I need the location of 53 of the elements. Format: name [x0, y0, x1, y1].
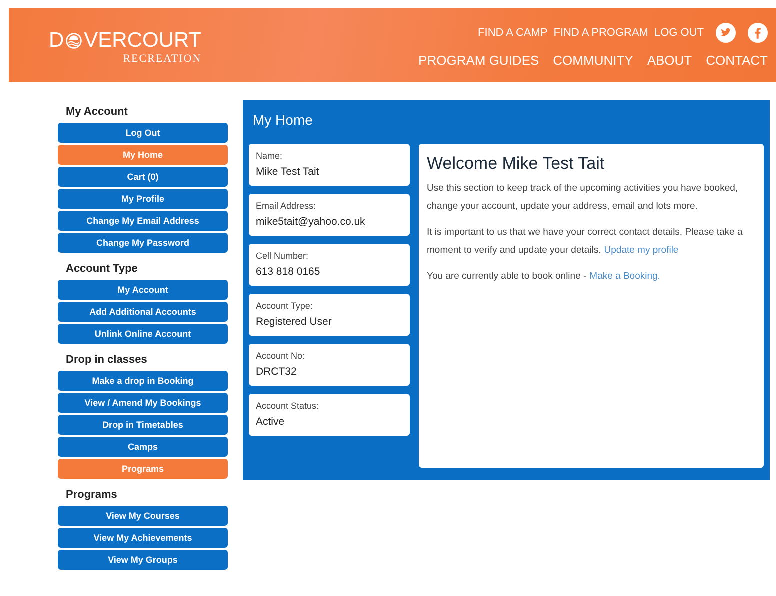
sidebar-button[interactable]: Cart (0): [58, 167, 228, 187]
logo-text: VERCOURT: [84, 30, 202, 52]
detail-value: Mike Test Tait: [256, 166, 320, 178]
detail-label: Account Type:: [256, 301, 314, 311]
detail-value: mike5tait@yahoo.co.uk: [256, 216, 366, 228]
paragraph: Use this section to keep track of the upcoming activities you have booked, change your account, update your address, email and lots more.: [427, 182, 740, 214]
logo-text: D: [49, 30, 64, 52]
detail-value: Registered User: [256, 316, 333, 328]
sidebar-button[interactable]: Programs: [58, 459, 228, 479]
detail-label: Account Status:: [256, 401, 320, 411]
detail-label: Name:: [256, 151, 284, 161]
nav-link[interactable]: COMMUNITY: [553, 52, 634, 68]
welcome-heading: Welcome Mike Test Tait: [427, 154, 606, 174]
sidebar-button[interactable]: View / Amend My Bookings: [58, 393, 228, 413]
nav-link[interactable]: ABOUT: [647, 52, 692, 68]
sidebar-button[interactable]: My Profile: [58, 189, 228, 209]
section-heading: Drop in classes: [66, 354, 148, 366]
sidebar-button[interactable]: My Home: [58, 145, 228, 165]
sidebar-button[interactable]: Camps: [58, 437, 228, 457]
sidebar-button[interactable]: View My Courses: [58, 506, 228, 526]
panel-title: My Home: [252, 111, 314, 130]
sidebar-button[interactable]: View My Achievements: [58, 528, 228, 548]
sidebar-button[interactable]: Add Additional Accounts: [58, 302, 228, 322]
detail-label: Cell Number:: [256, 251, 310, 261]
bird-icon[interactable]: [716, 22, 736, 42]
section-heading: Account Type: [66, 263, 139, 275]
detail-label: Account No:: [256, 351, 306, 361]
nav-link[interactable]: PROGRAM GUIDES: [418, 52, 540, 68]
sidebar-button[interactable]: Drop in Timetables: [58, 415, 228, 435]
sidebar-button[interactable]: View My Groups: [58, 550, 228, 570]
detail-label: Email Address:: [256, 201, 318, 211]
sidebar-button[interactable]: Make a drop in Booking: [58, 371, 228, 391]
sidebar-button[interactable]: Change My Password: [58, 233, 228, 253]
sidebar-button[interactable]: Log Out: [58, 123, 228, 143]
sidebar-button[interactable]: My Account: [58, 280, 228, 300]
paragraph: It is important to us that we have your correct contact details. Please take a moment to verify and update your details. Update my profile: [427, 226, 744, 258]
header-link[interactable]: FIND A PROGRAM: [554, 26, 648, 38]
nav-link[interactable]: CONTACT: [706, 52, 768, 68]
section-heading: My Account: [66, 106, 129, 118]
paragraph: You are currently able to book online - Make a Booking.: [427, 270, 662, 284]
detail-value: Active: [256, 416, 286, 428]
sidebar-button[interactable]: Change My Email Address: [58, 211, 228, 231]
text-link[interactable]: Make a Booking.: [590, 271, 660, 282]
detail-value: 613 818 0165: [256, 266, 322, 278]
text-link[interactable]: Update my profile: [604, 245, 679, 256]
header-link[interactable]: FIND A CAMP: [478, 26, 548, 38]
header-link[interactable]: LOG OUT: [654, 26, 704, 38]
sidebar-button[interactable]: Unlink Online Account: [58, 324, 228, 344]
section-heading: Programs: [66, 489, 118, 501]
logo-subtitle: RECREATION: [123, 52, 202, 64]
detail-value: DRCT32: [256, 366, 298, 378]
facebook-icon[interactable]: [748, 22, 768, 42]
sun-wave-icon: [65, 32, 84, 50]
